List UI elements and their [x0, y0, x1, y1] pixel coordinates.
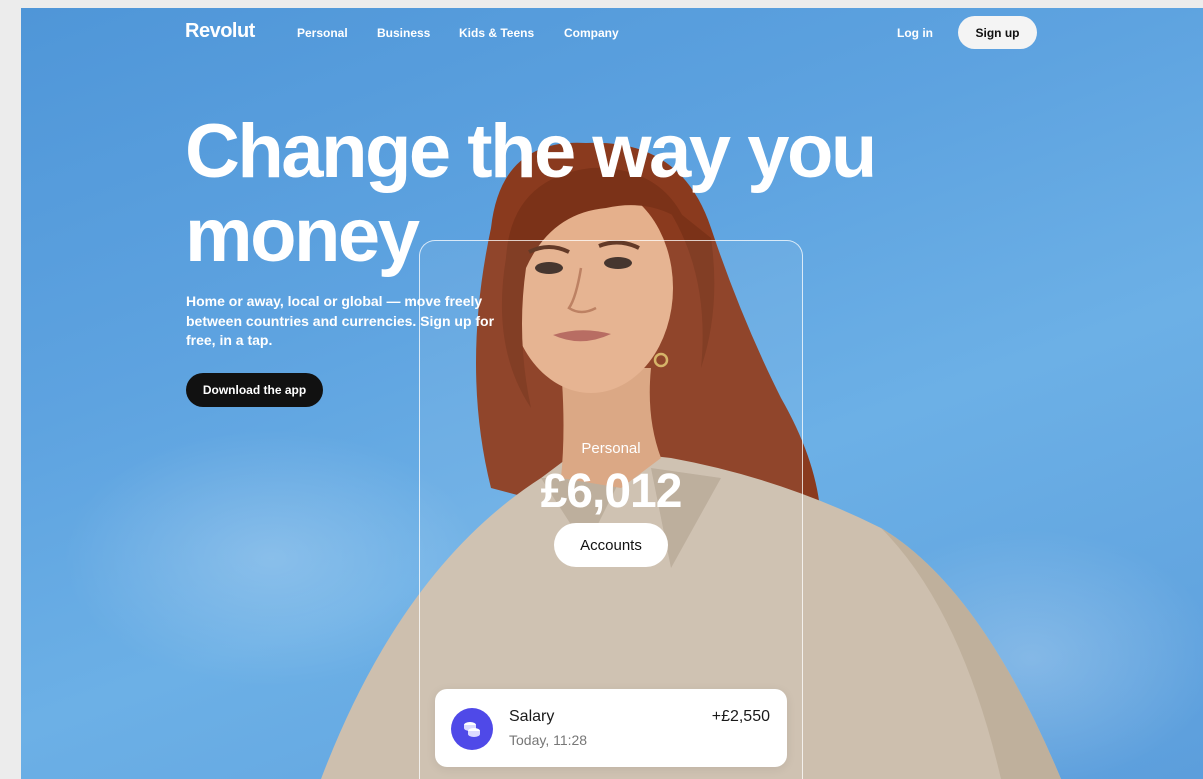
nav-personal[interactable]: Personal — [297, 26, 348, 40]
headline-line-2: money — [185, 193, 420, 278]
accounts-button[interactable]: Accounts — [554, 523, 668, 567]
transaction-time: Today, 11:28 — [509, 732, 588, 748]
coins-icon — [451, 708, 493, 750]
account-label: Personal — [581, 440, 641, 457]
headline-line-1: Change the way you — [185, 109, 877, 194]
nav-company[interactable]: Company — [564, 26, 619, 40]
download-app-button[interactable]: Download the app — [186, 373, 323, 407]
revolut-logo[interactable]: Revolut — [185, 20, 255, 43]
transaction-amount: +£2,550 — [711, 708, 770, 725]
top-nav: Revolut Personal Business Kids & Teens C… — [21, 8, 1203, 58]
transaction-card[interactable]: Salary Today, 11:28 +£2,550 — [435, 689, 787, 767]
login-link[interactable]: Log in — [897, 26, 933, 40]
nav-kids-teens[interactable]: Kids & Teens — [459, 26, 534, 40]
account-balance: £6,012 — [540, 465, 683, 518]
nav-business[interactable]: Business — [377, 26, 430, 40]
signup-button[interactable]: Sign up — [958, 16, 1037, 49]
transaction-title: Salary — [509, 708, 555, 725]
hero-section: Revolut Personal Business Kids & Teens C… — [21, 8, 1203, 779]
